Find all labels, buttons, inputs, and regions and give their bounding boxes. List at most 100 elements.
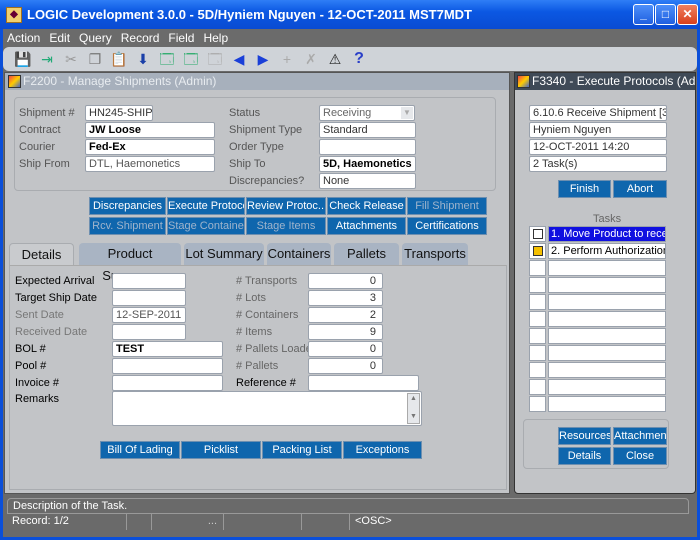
- received-date-field[interactable]: [112, 324, 186, 340]
- insert-record-icon[interactable]: +: [275, 49, 299, 69]
- sent-date-field[interactable]: 12-SEP-2011: [112, 307, 186, 323]
- query-enter-icon[interactable]: 🗔: [155, 49, 179, 69]
- maximize-button[interactable]: □: [655, 4, 676, 25]
- task-status-cell[interactable]: [529, 277, 546, 293]
- next-icon[interactable]: ▶: [251, 49, 275, 69]
- task-status-cell[interactable]: [529, 396, 546, 412]
- delete-record-icon[interactable]: ✗: [299, 49, 323, 69]
- task-status-cell[interactable]: [529, 362, 546, 378]
- order-type-field[interactable]: [319, 139, 416, 155]
- task-row[interactable]: [529, 396, 669, 412]
- task-label[interactable]: [548, 294, 666, 310]
- target-ship-date-field[interactable]: [112, 290, 186, 306]
- bill-of-lading-button[interactable]: Bill Of Lading: [100, 441, 180, 459]
- shipment-number-field[interactable]: HN245-SHIP-08: [85, 105, 153, 121]
- copy-icon[interactable]: ❐: [83, 49, 107, 69]
- tab-lot-summary[interactable]: Lot Summary: [184, 243, 264, 265]
- datetime-field[interactable]: 12-OCT-2011 14:20: [529, 139, 667, 155]
- picklist-button[interactable]: Picklist: [181, 441, 261, 459]
- task-label[interactable]: [548, 328, 666, 344]
- remarks-scrollbar[interactable]: ▲ ▼: [407, 393, 420, 424]
- task-row[interactable]: [529, 260, 669, 276]
- expected-arrival-field[interactable]: [112, 273, 186, 289]
- stage-containers-button[interactable]: Stage Containers: [167, 217, 245, 235]
- menu-query[interactable]: Query: [79, 31, 112, 45]
- ship-from-field[interactable]: DTL, Haemonetics: [85, 156, 215, 172]
- menu-action[interactable]: Action: [7, 31, 40, 45]
- protocol-field[interactable]: 6.10.6 Receive Shipment [3]: [529, 105, 667, 121]
- certifications-button[interactable]: Certifications: [407, 217, 487, 235]
- reference-field[interactable]: [308, 375, 419, 391]
- contract-field[interactable]: JW Loose: [85, 122, 215, 138]
- remarks-textarea[interactable]: [112, 391, 422, 426]
- save-icon[interactable]: 💾: [11, 49, 35, 69]
- shipment-type-field[interactable]: Standard: [319, 122, 416, 138]
- menu-help[interactable]: Help: [203, 31, 228, 45]
- warning-icon[interactable]: ⚠: [323, 49, 347, 69]
- discrepancies-button[interactable]: Discrepancies: [89, 197, 166, 215]
- tab-details[interactable]: Details: [9, 243, 74, 266]
- attachment-button[interactable]: Attachment: [613, 427, 667, 445]
- chevron-down-icon[interactable]: ▼: [401, 107, 413, 119]
- minimize-button[interactable]: _: [633, 4, 654, 25]
- transports-count-field[interactable]: 0: [308, 273, 383, 289]
- task-row[interactable]: 2. Perform Authorization: [529, 243, 669, 259]
- task-row[interactable]: [529, 345, 669, 361]
- query-execute-icon[interactable]: 🗔: [179, 49, 203, 69]
- task-row[interactable]: [529, 328, 669, 344]
- tab-pallets[interactable]: Pallets: [334, 243, 399, 265]
- tab-containers[interactable]: Containers: [267, 243, 331, 265]
- task-status-cell[interactable]: [529, 260, 546, 276]
- close-button[interactable]: ✕: [677, 4, 698, 25]
- query-cancel-icon[interactable]: 🗔: [203, 49, 227, 69]
- menu-edit[interactable]: Edit: [49, 31, 70, 45]
- exceptions-button[interactable]: Exceptions: [343, 441, 422, 459]
- invoice-field[interactable]: [112, 375, 223, 391]
- task-count-field[interactable]: 2 Task(s): [529, 156, 667, 172]
- tab-transports[interactable]: Transports: [402, 243, 468, 265]
- exit-icon[interactable]: ⇥: [35, 49, 59, 69]
- details-button[interactable]: Details: [558, 447, 611, 465]
- task-label[interactable]: [548, 277, 666, 293]
- packing-list-button[interactable]: Packing List: [262, 441, 342, 459]
- review-protocol-button[interactable]: Review Protoc...: [246, 197, 326, 215]
- help-icon[interactable]: ?: [347, 49, 371, 69]
- task-status-cell[interactable]: [529, 345, 546, 361]
- task-label[interactable]: [548, 345, 666, 361]
- check-release-button[interactable]: Check Release: [327, 197, 406, 215]
- close-form-button[interactable]: Close: [613, 447, 667, 465]
- receive-shipment-button[interactable]: Rcv. Shipment: [89, 217, 166, 235]
- previous-icon[interactable]: ◀: [227, 49, 251, 69]
- task-row[interactable]: [529, 294, 669, 310]
- task-status-cell[interactable]: [529, 311, 546, 327]
- bol-field[interactable]: TEST: [112, 341, 223, 357]
- task-row[interactable]: [529, 277, 669, 293]
- abort-button[interactable]: Abort: [613, 180, 667, 198]
- discrepancies-field[interactable]: None: [319, 173, 416, 189]
- task-status-cell[interactable]: [529, 328, 546, 344]
- download-icon[interactable]: ⬇: [131, 49, 155, 69]
- items-count-field[interactable]: 9: [308, 324, 383, 340]
- task-label[interactable]: [548, 396, 666, 412]
- pallets-count-field[interactable]: 0: [308, 358, 383, 374]
- task-label[interactable]: 2. Perform Authorization: [548, 243, 666, 259]
- scroll-up-icon[interactable]: ▲: [408, 394, 419, 404]
- stage-items-button[interactable]: Stage Items: [246, 217, 326, 235]
- task-label[interactable]: [548, 379, 666, 395]
- pallets-loaded-field[interactable]: 0: [308, 341, 383, 357]
- attachments-button[interactable]: Attachments: [327, 217, 406, 235]
- courier-field[interactable]: Fed-Ex: [85, 139, 215, 155]
- user-field[interactable]: Hyniem Nguyen: [529, 122, 667, 138]
- menu-record[interactable]: Record: [121, 31, 160, 45]
- status-select[interactable]: Receiving ▼: [319, 105, 415, 121]
- task-status-cell[interactable]: [529, 379, 546, 395]
- task-row[interactable]: [529, 362, 669, 378]
- task-row[interactable]: [529, 379, 669, 395]
- scroll-down-icon[interactable]: ▼: [408, 412, 419, 422]
- paste-icon[interactable]: 📋: [107, 49, 131, 69]
- task-status-cell[interactable]: [529, 226, 546, 242]
- tab-product-summary[interactable]: Product Summary: [79, 243, 181, 283]
- task-label[interactable]: [548, 260, 666, 276]
- fill-shipment-button[interactable]: Fill Shipment: [407, 197, 487, 215]
- task-label[interactable]: [548, 362, 666, 378]
